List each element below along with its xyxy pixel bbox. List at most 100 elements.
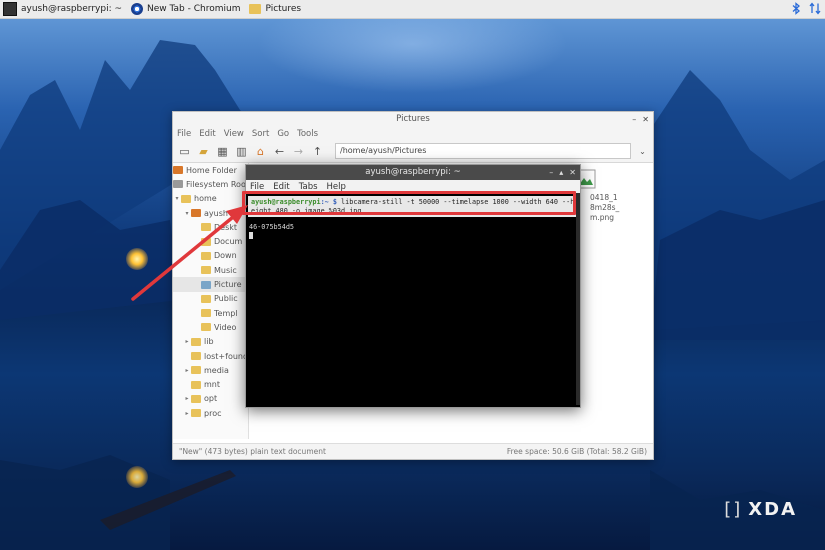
tree-item-desktop[interactable]: Deskt bbox=[173, 220, 248, 234]
tree-item-videos[interactable]: Video bbox=[173, 320, 248, 334]
folder-icon bbox=[201, 323, 211, 332]
menu-sort[interactable]: Sort bbox=[252, 129, 269, 139]
menu-file[interactable]: File bbox=[250, 182, 264, 192]
taskbar-item-label: New Tab - Chromium bbox=[147, 4, 241, 14]
sidebar: Home Folder Filesystem Root ▾ home ▾ ayush… bbox=[173, 163, 249, 439]
minimize-icon[interactable]: – bbox=[632, 112, 636, 127]
file-name[interactable]: 0418_1 8m28s_ m.png bbox=[590, 193, 619, 223]
folder-icon bbox=[201, 251, 211, 260]
home-icon[interactable]: ⌂ bbox=[253, 144, 268, 159]
icon-view-icon[interactable]: ▦ bbox=[215, 144, 230, 159]
taskbar-item-files[interactable]: Pictures bbox=[246, 0, 307, 18]
tree-item-lib[interactable]: ▸ lib bbox=[173, 335, 248, 349]
expand-icon[interactable]: ▸ bbox=[183, 338, 191, 345]
bluetooth-icon[interactable] bbox=[792, 2, 801, 15]
menu-edit[interactable]: Edit bbox=[273, 182, 289, 192]
terminal-scrollbar[interactable] bbox=[576, 193, 580, 405]
tree-item-label: Docum bbox=[214, 237, 243, 247]
tree-item-label: Down bbox=[214, 251, 237, 261]
lantern-light bbox=[126, 248, 148, 270]
expand-icon[interactable]: ▸ bbox=[183, 367, 191, 374]
chromium-icon bbox=[131, 3, 144, 15]
back-arrow-icon[interactable]: ← bbox=[272, 144, 287, 159]
menu-tabs[interactable]: Tabs bbox=[299, 182, 318, 192]
tree-item-label: Public bbox=[214, 294, 238, 304]
terminal-title: ayush@raspberrypi: ~ bbox=[365, 167, 461, 177]
tree-item-pictures[interactable]: Picture bbox=[173, 277, 248, 292]
tree-item-documents[interactable]: Docum bbox=[173, 234, 248, 248]
tree-item-lost-found[interactable]: lost+found bbox=[173, 349, 248, 363]
status-bar: "New" (473 bytes) plain text document Fr… bbox=[173, 443, 653, 459]
close-icon[interactable]: ✕ bbox=[642, 112, 649, 127]
folder-icon bbox=[191, 409, 201, 418]
expand-icon[interactable]: ▾ bbox=[173, 195, 181, 202]
menu-tools[interactable]: Tools bbox=[297, 129, 318, 139]
terminal-titlebar[interactable]: ayush@raspberrypi: ~ – ▴ ✕ bbox=[246, 165, 580, 180]
folder-icon bbox=[201, 309, 211, 318]
tree-item-proc[interactable]: ▸ proc bbox=[173, 406, 248, 420]
terminal-icon bbox=[3, 2, 17, 16]
tree-item-label: ayush bbox=[204, 208, 228, 218]
tree-item-label: mnt bbox=[204, 380, 220, 390]
tree-item-label: Deskt bbox=[214, 222, 238, 232]
tree-item-public[interactable]: Public bbox=[173, 292, 248, 306]
sidebar-item-filesystem-root[interactable]: Filesystem Root bbox=[173, 177, 248, 191]
list-view-icon[interactable]: ▥ bbox=[234, 144, 249, 159]
expand-icon[interactable]: ▾ bbox=[183, 210, 191, 217]
window-titlebar[interactable]: Pictures – ✕ bbox=[173, 112, 653, 127]
status-selection: "New" (473 bytes) plain text document bbox=[179, 447, 326, 456]
maximize-icon[interactable]: ▴ bbox=[559, 165, 563, 180]
forward-arrow-icon[interactable]: → bbox=[291, 144, 306, 159]
tree-item-label: media bbox=[204, 365, 229, 375]
menu-edit[interactable]: Edit bbox=[199, 129, 215, 139]
expand-icon[interactable]: ▸ bbox=[183, 410, 191, 417]
sidebar-item-label: Filesystem Root bbox=[186, 179, 249, 189]
tree-item-media[interactable]: ▸ media bbox=[173, 363, 248, 377]
taskbar-item-label: ayush@raspberrypi: ~ bbox=[21, 4, 123, 14]
lantern-reflection bbox=[126, 466, 148, 488]
expand-icon[interactable]: ▸ bbox=[183, 395, 191, 402]
tree-item-label: opt bbox=[204, 394, 218, 404]
minimize-icon[interactable]: – bbox=[549, 165, 553, 180]
close-icon[interactable]: ✕ bbox=[569, 165, 576, 180]
menu-view[interactable]: View bbox=[224, 129, 244, 139]
sidebar-item-label: Home Folder bbox=[186, 165, 237, 175]
menu-go[interactable]: Go bbox=[277, 129, 289, 139]
up-arrow-icon[interactable]: ↑ bbox=[310, 144, 325, 159]
tree-item-opt[interactable]: ▸ opt bbox=[173, 392, 248, 406]
taskbar-item-chromium[interactable]: New Tab - Chromium bbox=[128, 0, 246, 18]
xda-watermark: [] XDA bbox=[724, 499, 797, 520]
command-highlight-box bbox=[242, 191, 576, 215]
new-folder-icon[interactable]: ▰ bbox=[196, 144, 211, 159]
folder-icon bbox=[191, 352, 201, 360]
output-line: 46-075b54d5 bbox=[249, 223, 295, 231]
taskbar-item-label: Pictures bbox=[265, 4, 302, 14]
folder-icon bbox=[191, 394, 201, 403]
tree-item-downloads[interactable]: Down bbox=[173, 249, 248, 263]
tree-item-ayush[interactable]: ▾ ayush bbox=[173, 206, 248, 220]
tree-item-label: Music bbox=[214, 265, 237, 275]
tree-item-mnt[interactable]: mnt bbox=[173, 377, 248, 391]
tree-item-label: Video bbox=[214, 322, 237, 332]
folder-icon bbox=[191, 337, 201, 346]
taskbar-item-terminal[interactable]: ayush@raspberrypi: ~ bbox=[0, 0, 128, 18]
path-input[interactable]: /home/ayush/Pictures bbox=[335, 143, 631, 159]
tree-item-music[interactable]: Music bbox=[173, 263, 248, 277]
menu-help[interactable]: Help bbox=[327, 182, 346, 192]
folder-icon bbox=[191, 366, 201, 375]
window-title: Pictures bbox=[396, 114, 430, 124]
menu-file[interactable]: File bbox=[177, 129, 191, 139]
new-window-icon[interactable]: ▭ bbox=[177, 144, 192, 159]
folder-icon bbox=[201, 223, 211, 232]
tree-item-label: Templ bbox=[214, 308, 238, 318]
file-name-line: 8m28s_ bbox=[590, 203, 620, 212]
tree-item-home[interactable]: ▾ home bbox=[173, 192, 248, 206]
tree-item-templates[interactable]: Templ bbox=[173, 306, 248, 320]
network-arrows-icon[interactable] bbox=[809, 2, 821, 15]
sidebar-item-home-folder[interactable]: Home Folder bbox=[173, 163, 248, 177]
tree-item-label: Picture bbox=[214, 280, 242, 290]
chevron-down-icon[interactable]: ⌄ bbox=[635, 144, 650, 159]
file-name-line: m.png bbox=[590, 213, 614, 222]
folder-icon bbox=[201, 280, 211, 289]
folder-icon bbox=[249, 4, 262, 14]
